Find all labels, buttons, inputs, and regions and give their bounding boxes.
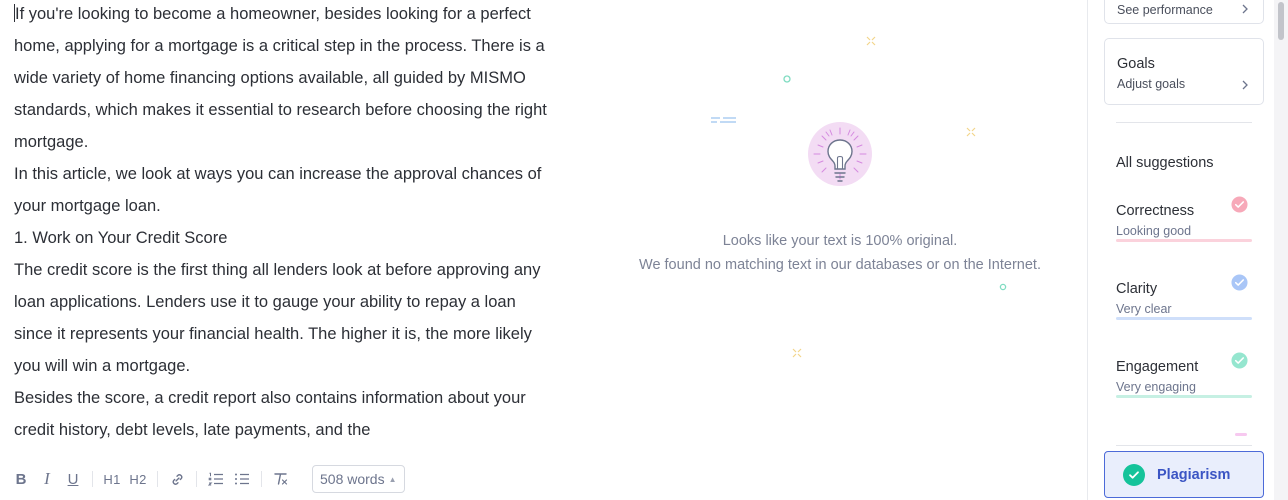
chevron-right-icon [1242, 80, 1248, 90]
plagiarism-button[interactable]: Plagiarism [1104, 451, 1264, 498]
plagiarism-button-label: Plagiarism [1157, 466, 1231, 483]
check-circle-icon [1231, 196, 1248, 213]
sidebar-scrollbar[interactable] [1274, 0, 1288, 500]
category-correctness[interactable]: Correctness Looking good [1116, 196, 1252, 269]
toolbar-divider [196, 471, 197, 487]
sidebar-separator [1116, 122, 1252, 123]
editor-paragraph[interactable]: The credit score is the first thing all … [14, 254, 554, 382]
see-performance-card[interactable]: See performance [1104, 0, 1264, 24]
word-count-label: 508 words [320, 471, 385, 487]
category-title: Correctness [1116, 203, 1195, 219]
assistant-sidebar: See performance Goals Adjust goals All s… [1088, 0, 1274, 500]
plagiarism-result-title: Looks like your text is 100% original. [722, 233, 958, 249]
sidebar-separator [1116, 445, 1252, 446]
goals-title: Goals [1117, 56, 1155, 72]
category-progress-bar [1116, 239, 1252, 242]
document-editor[interactable]: If you're looking to become a homeowner,… [0, 0, 590, 452]
editor-paragraph[interactable]: Besides the score, a credit report also … [14, 382, 554, 446]
check-circle-icon [1123, 463, 1145, 486]
confetti-decoration [999, 283, 1007, 291]
goals-card[interactable]: Goals Adjust goals [1104, 38, 1264, 105]
link-icon [172, 473, 182, 485]
category-status: Very engaging [1116, 380, 1196, 394]
word-count-dropdown[interactable]: 508 words ▲ [312, 465, 405, 493]
category-check-partial [1235, 433, 1247, 436]
confetti-decoration [783, 75, 791, 83]
formatting-toolbar: B I U H1 H2 508 words ▲ [0, 462, 560, 496]
heading2-button[interactable]: H2 [125, 465, 151, 493]
toolbar-divider [92, 471, 93, 487]
editor-paragraph[interactable]: If you're looking to become a homeowner,… [14, 0, 554, 158]
category-progress-bar [1116, 395, 1252, 398]
plagiarism-result-panel: Looks like your text is 100% original. W… [590, 0, 1087, 500]
clear-format-button[interactable] [268, 465, 294, 493]
heading1-button[interactable]: H1 [99, 465, 125, 493]
lightbulb-icon [808, 122, 872, 186]
plagiarism-result-description: We found no matching text in our databas… [639, 257, 1041, 273]
clear-format-icon [274, 473, 288, 485]
editor-paragraph[interactable]: In this article, we look at ways you can… [14, 158, 554, 222]
bullet-list-button[interactable] [229, 465, 255, 493]
category-status: Looking good [1116, 224, 1192, 238]
category-title: Engagement [1116, 359, 1199, 375]
toolbar-divider [261, 471, 262, 487]
lightbulb-illustration [808, 118, 872, 192]
adjust-goals-label: Adjust goals [1117, 77, 1186, 91]
editor-content[interactable]: If you're looking to become a homeowner,… [14, 0, 554, 446]
category-progress-bar [1116, 317, 1252, 320]
toolbar-divider [157, 471, 158, 487]
all-suggestions-heading[interactable]: All suggestions [1116, 155, 1214, 171]
confetti-decoration [866, 36, 876, 46]
category-clarity[interactable]: Clarity Very clear [1116, 274, 1252, 347]
ordered-list-button[interactable] [203, 465, 229, 493]
check-circle-icon [1231, 352, 1248, 369]
confetti-decoration [970, 0, 994, 2]
bold-button[interactable]: B [8, 465, 34, 493]
italic-button[interactable]: I [34, 465, 60, 493]
caret-up-icon: ▲ [388, 474, 397, 484]
category-status: Very clear [1116, 302, 1172, 316]
confetti-decoration [792, 348, 802, 358]
check-circle-icon [1231, 274, 1248, 291]
scrollbar-thumb[interactable] [1278, 2, 1284, 40]
see-performance-label: See performance [1117, 3, 1213, 17]
category-engagement[interactable]: Engagement Very engaging [1116, 352, 1252, 425]
confetti-decoration [966, 127, 976, 137]
underline-button[interactable]: U [60, 465, 86, 493]
ordered-list-icon [208, 472, 223, 486]
link-button[interactable] [164, 465, 190, 493]
confetti-decoration [711, 117, 736, 123]
category-title: Clarity [1116, 281, 1158, 297]
editor-heading[interactable]: 1. Work on Your Credit Score [14, 222, 554, 254]
chevron-right-icon [1242, 4, 1248, 14]
bullet-list-icon [235, 473, 249, 485]
